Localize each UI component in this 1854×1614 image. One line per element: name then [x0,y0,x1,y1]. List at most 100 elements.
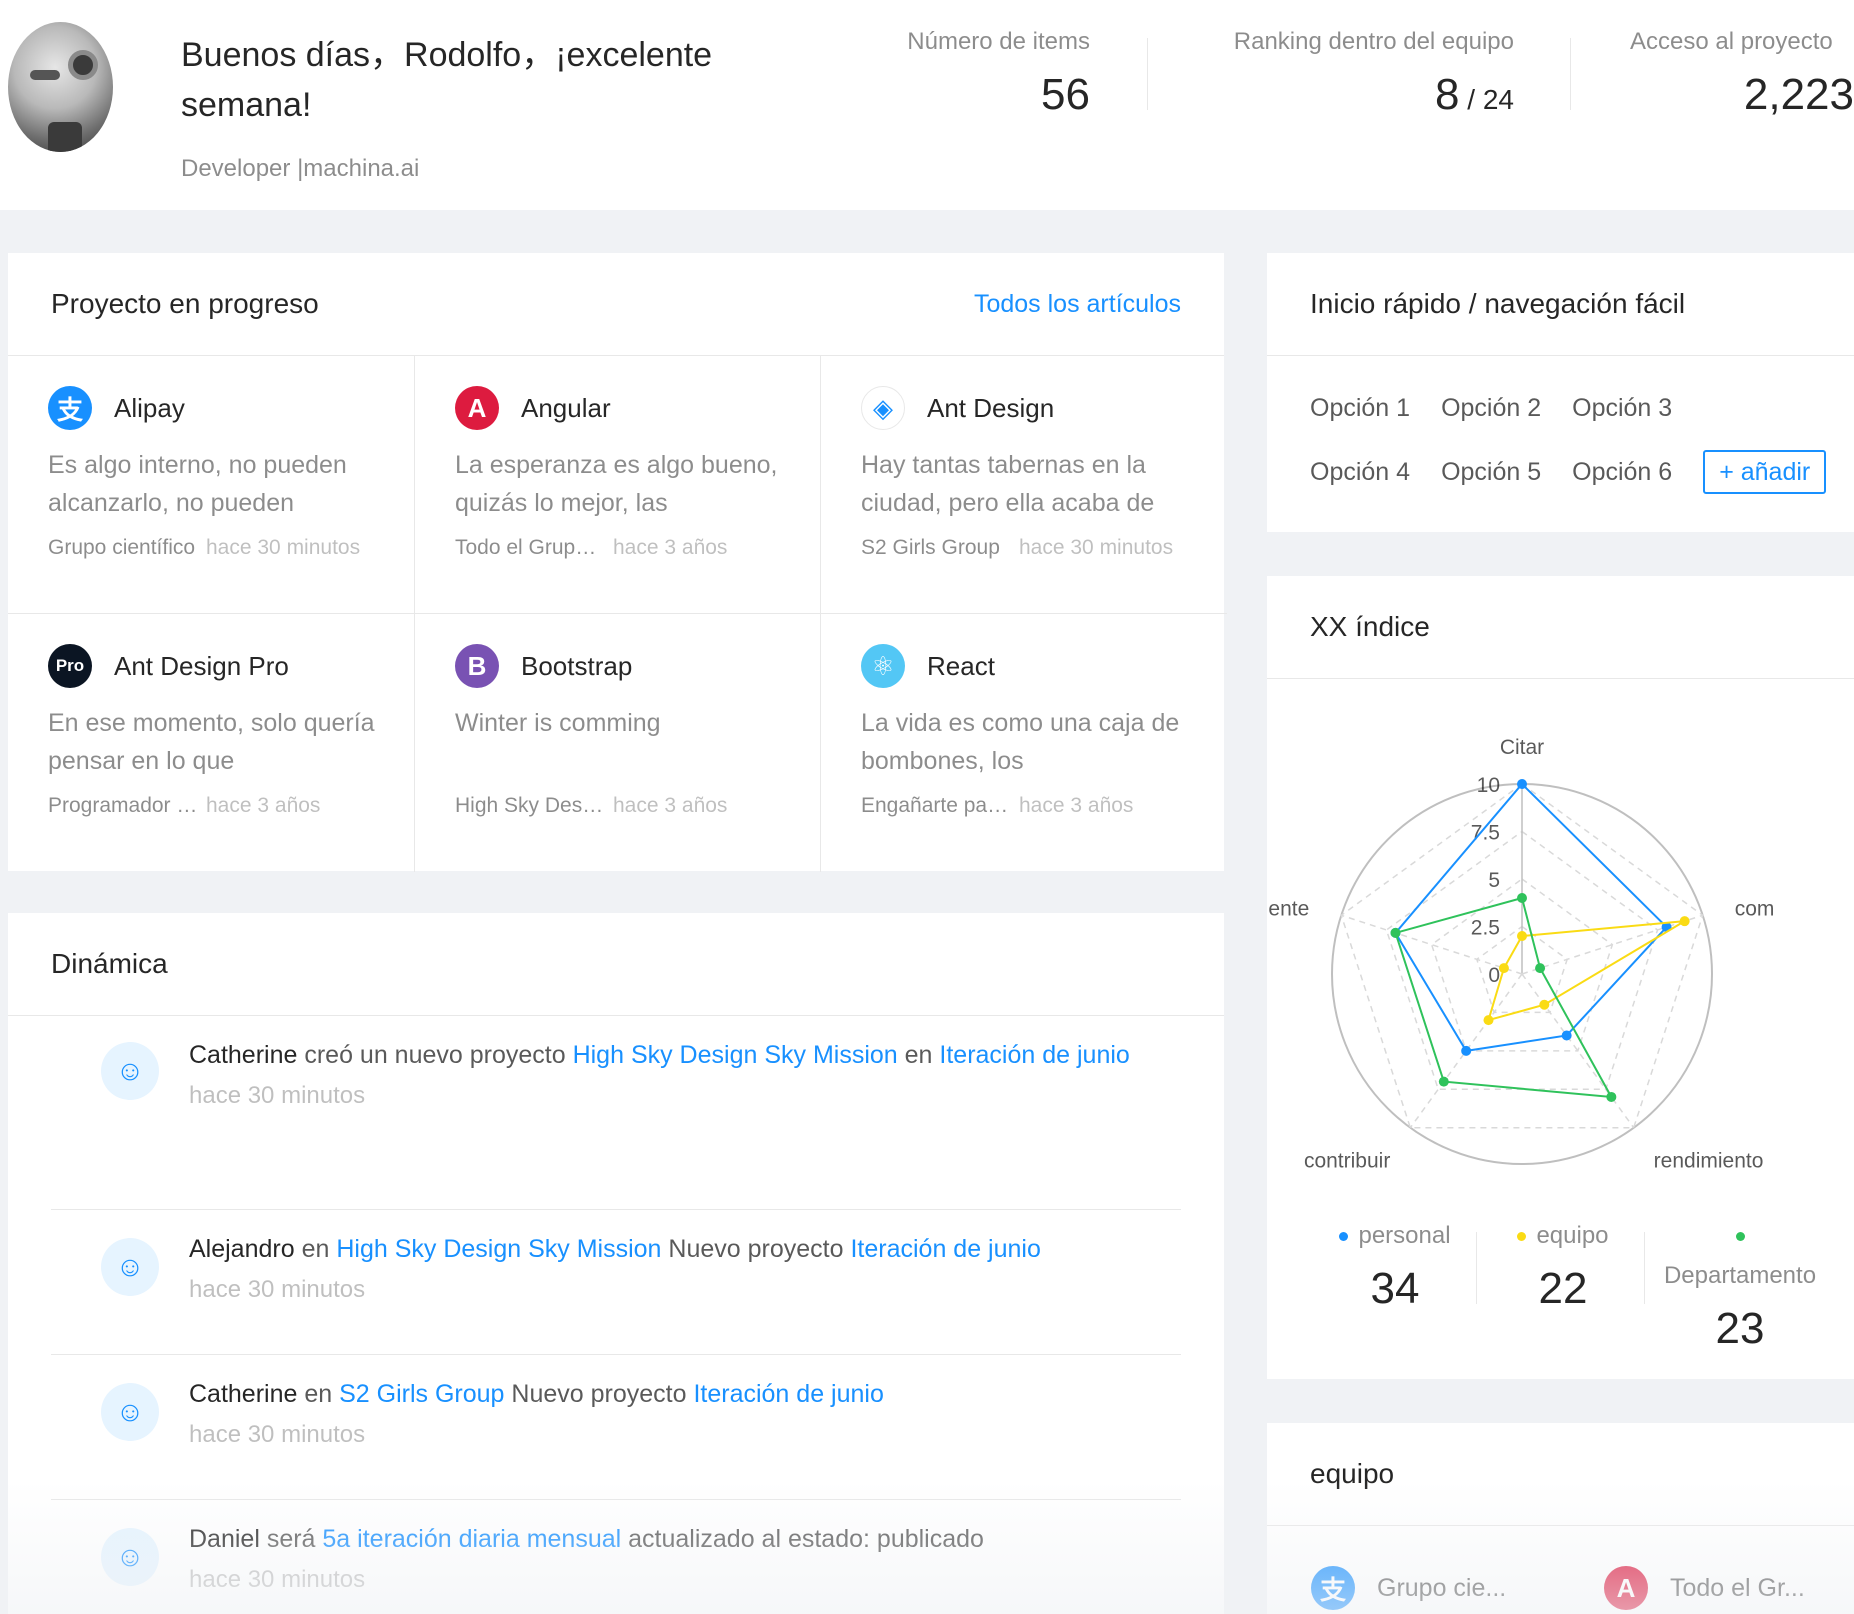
activity-avatar[interactable]: ☺ [101,1383,159,1441]
radar-point[interactable] [1517,893,1527,903]
project-grid: 支 Alipay Es algo interno, no pueden alcanz… [8,356,1227,872]
radar-point[interactable] [1517,779,1527,789]
project-time: hace 3 años [206,794,321,817]
project-group[interactable]: S2 Girls Group [861,536,1011,560]
radar-point[interactable] [1561,1030,1572,1041]
activity-link[interactable]: Iteración de junio [850,1235,1040,1263]
radar-point[interactable] [1679,916,1690,927]
card-header: Inicio rápido / navegación fácil [1267,253,1854,356]
activity-link[interactable]: 5a iteración diaria mensual [322,1525,621,1553]
project-title: Pro Ant Design Pro [48,642,414,690]
project-description: Es algo interno, no pueden alcanzarlo, n… [48,451,347,517]
activity-text: Catherine creó un nuevo proyecto High Sk… [189,1041,1130,1069]
project-name[interactable]: Alipay [114,393,185,424]
activity-link[interactable]: S2 Girls Group [339,1380,504,1408]
activity-link[interactable]: High Sky Design Sky Mission [336,1235,661,1263]
card-title: XX índice [1310,611,1430,642]
activity-card: Dinámica ☺ Catherine creó un nuevo proyec… [8,913,1224,1614]
radar-axis-label: ente [1268,897,1309,920]
activity-item: ☺ Alejandro en High Sky Design Sky Missio… [51,1210,1181,1355]
radar-point[interactable] [1539,999,1550,1010]
project-time: hace 3 años [613,794,728,817]
radar-point[interactable] [1606,1091,1617,1102]
radar-tick-label: 7.5 [1471,822,1500,845]
project-name[interactable]: Angular [521,393,611,424]
project-title: ◈ Ant Design [861,384,1227,432]
project-item[interactable]: 支 Alipay Es algo interno, no pueden alcanz… [8,356,415,614]
legend-dot [1339,1232,1349,1242]
card-title: Inicio rápido / navegación fácil [1310,288,1686,319]
project-description: Winter is comming [455,709,661,737]
quick-nav-card: Inicio rápido / navegación fácil Opción … [1267,253,1854,532]
radar-point[interactable] [1390,927,1401,938]
radar-point[interactable] [1498,963,1509,974]
stat-ranking: Ranking dentro del equipo 8 / 24 [1234,28,1514,120]
legend-equipo[interactable]: equipo 22 [1493,1222,1633,1314]
project-name[interactable]: React [927,651,995,682]
activity-avatar[interactable]: ☺ [101,1528,159,1586]
ant-design-icon: ◈ [861,386,905,430]
project-item[interactable]: A Angular La esperanza es algo bueno, quiz… [415,356,821,614]
quick-link-option-6[interactable]: Opción 6 [1572,450,1672,494]
user-avatar [8,22,113,152]
activity-avatar[interactable]: ☺ [101,1238,159,1296]
stat-value: 56 [1041,70,1090,119]
quick-link-option-2[interactable]: Opción 2 [1441,386,1541,430]
card-header: Proyecto en progreso Todos los artículos [8,253,1224,356]
card-title: Proyecto en progreso [51,288,319,319]
radar-point[interactable] [1438,1076,1449,1087]
page-header: Buenos días，Rodolfo，¡excelente semana! D… [0,0,1854,210]
radar-series-personal [1394,782,1668,1052]
project-title: ⚛ React [861,642,1227,690]
activity-link[interactable]: Iteración de junio [939,1041,1129,1069]
project-name[interactable]: Ant Design [927,393,1054,424]
quick-link-option-1[interactable]: Opción 1 [1310,386,1410,430]
activity-user: Catherine [189,1380,298,1408]
radar-tick-label: 10 [1477,774,1500,797]
project-group[interactable]: Todo el Grupo es [455,536,605,560]
project-item[interactable]: B Bootstrap Winter is comming High Sky Desi… [415,614,821,872]
activity-text: Alejandro en High Sky Design Sky Mission… [189,1235,1041,1263]
radar-point[interactable] [1517,931,1527,941]
activity-avatar[interactable]: ☺ [101,1042,159,1100]
activity-text: Catherine en S2 Girls Group Nuevo proyec… [189,1380,884,1408]
project-name[interactable]: Bootstrap [521,651,632,682]
activity-link[interactable]: High Sky Design Sky Mission [573,1041,898,1069]
project-description: La esperanza es algo bueno, quizás lo me… [455,451,778,517]
stat-value: 8 / 24 [1435,70,1514,119]
activity-time: hace 30 minutos [189,1276,366,1303]
activity-time: hace 30 minutos [189,1566,366,1593]
quick-link-option-5[interactable]: Opción 5 [1441,450,1541,494]
project-group[interactable]: Engañarte para a [861,794,1011,818]
team-item[interactable]: A Todo el Gr... [1604,1566,1805,1610]
team-item[interactable]: 支 Grupo cie... [1311,1566,1506,1610]
legend-departamento[interactable]: Departamento 23 [1645,1222,1835,1354]
stat-label: Acceso al proyecto [1630,28,1833,55]
stat-label: Número de items [907,28,1090,55]
radar-point[interactable] [1461,1045,1472,1056]
quick-link-option-4[interactable]: Opción 4 [1310,450,1410,494]
project-item[interactable]: ◈ Ant Design Hay tantas tabernas en la ciu… [821,356,1227,614]
project-group[interactable]: High Sky Design [455,794,605,818]
project-description: Hay tantas tabernas en la ciudad, pero e… [861,451,1155,517]
alipay-icon: 支 [1311,1566,1355,1610]
all-articles-link[interactable]: Todos los artículos [974,290,1181,319]
project-group[interactable]: Programador diario [48,794,198,818]
card-header: Dinámica [8,913,1224,1016]
card-title: Dinámica [51,948,168,979]
activity-user: Daniel [189,1525,260,1553]
project-group[interactable]: Grupo científico [48,536,198,560]
radar-tick-label: 0 [1488,964,1500,987]
activity-link[interactable]: Iteración de junio [693,1380,883,1408]
project-item[interactable]: Pro Ant Design Pro En ese momento, solo qu… [8,614,415,872]
add-link-button[interactable]: + añadir [1703,450,1827,494]
radar-axis-label: com [1735,897,1775,920]
quick-link-option-3[interactable]: Opción 3 [1572,386,1672,430]
activity-item: ☺ Catherine creó un nuevo proyecto High S… [51,1016,1181,1210]
radar-point[interactable] [1535,963,1546,974]
project-item[interactable]: ⚛ React La vida es como una caja de bombon… [821,614,1227,872]
react-icon: ⚛ [861,644,905,688]
radar-point[interactable] [1483,1015,1494,1026]
legend-personal[interactable]: personal 34 [1325,1222,1465,1314]
project-name[interactable]: Ant Design Pro [114,651,289,682]
